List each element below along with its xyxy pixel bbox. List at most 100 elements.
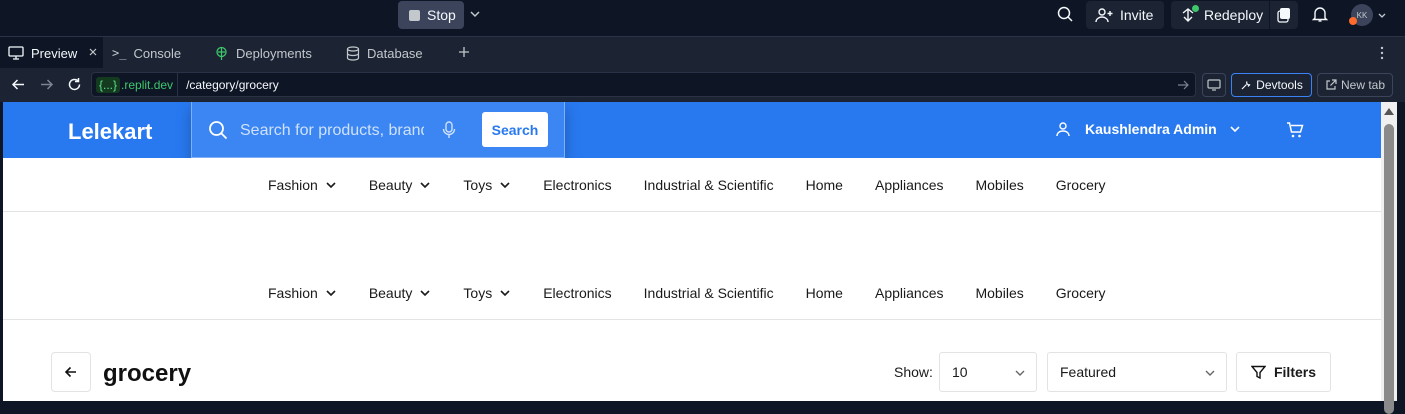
more-options-icon[interactable]	[1379, 46, 1385, 60]
devtools-button[interactable]: Devtools	[1231, 73, 1312, 97]
external-link-icon	[1325, 79, 1337, 91]
microphone-icon[interactable]	[442, 121, 456, 144]
chevron-down-icon	[325, 287, 337, 299]
chevron-down-icon[interactable]	[467, 5, 483, 23]
search-icon[interactable]	[1056, 5, 1074, 28]
database-icon	[346, 45, 360, 61]
site-header: Lelekart Search for products, brands Sea…	[3, 102, 1381, 158]
new-tab-button[interactable]: New tab	[1317, 73, 1393, 97]
category-nav: Fashion Beauty Toys Electronics Industrial &…	[3, 158, 1381, 212]
page-size-select[interactable]: 10	[939, 352, 1037, 392]
url-input[interactable]: {...} .replit.dev /category/grocery	[91, 72, 1196, 97]
close-icon[interactable]	[88, 47, 98, 57]
chevron-down-icon	[1229, 123, 1241, 135]
category-item-home[interactable]: Home	[806, 285, 843, 301]
chevron-down-icon	[419, 287, 431, 299]
user-menu[interactable]: Kaushlendra Admin	[1055, 121, 1241, 137]
screen-size-button[interactable]	[1202, 73, 1226, 97]
chevron-down-icon	[325, 179, 337, 191]
chevron-down-icon	[499, 179, 511, 191]
deployment-menu-icon[interactable]	[1277, 7, 1291, 23]
url-path: /category/grocery	[186, 77, 279, 92]
category-item-grocery[interactable]: Grocery	[1056, 177, 1106, 193]
reload-icon[interactable]	[67, 77, 82, 97]
tab-database[interactable]: Database	[338, 37, 448, 69]
category-label: Appliances	[874, 176, 944, 193]
stop-label: Stop	[427, 7, 456, 23]
sort-select[interactable]: Featured	[1047, 352, 1227, 392]
category-nav-secondary: Fashion Beauty Toys Electronics Industrial &…	[3, 266, 1381, 320]
category-label: Home	[805, 176, 843, 193]
category-item-fashion[interactable]: Fashion	[268, 177, 337, 193]
category-label: Fashion	[268, 284, 318, 301]
preview-page: Lelekart Search for products, brands Sea…	[3, 102, 1381, 401]
category-item-industrial-scientific[interactable]: Industrial & Scientific	[644, 177, 774, 193]
category-item-electronics[interactable]: Electronics	[543, 177, 611, 193]
category-label: Electronics	[543, 284, 612, 301]
go-arrow-icon[interactable]	[1177, 79, 1189, 91]
category-item-beauty[interactable]: Beauty	[369, 285, 432, 301]
terminal-icon: >_	[112, 46, 127, 60]
stop-icon	[409, 9, 420, 21]
show-label: Show:	[894, 364, 933, 380]
back-arrow-icon[interactable]	[11, 77, 26, 97]
tab-label: Deployments	[236, 45, 312, 61]
category-item-electronics[interactable]: Electronics	[543, 285, 611, 301]
deploy-icon	[214, 46, 229, 61]
new-tab-plus-icon[interactable]	[458, 46, 470, 58]
tab-label: Preview	[31, 45, 78, 61]
category-item-home[interactable]: Home	[806, 177, 843, 193]
invite-button[interactable]: Invite	[1086, 1, 1164, 29]
scroll-up-arrow-icon[interactable]	[1384, 108, 1394, 115]
category-label: Toys	[463, 176, 493, 193]
scrollbar-thumb[interactable]	[1384, 124, 1394, 414]
category-item-grocery[interactable]: Grocery	[1056, 285, 1106, 301]
arrow-left-icon	[64, 365, 78, 379]
category-label: Mobiles	[975, 176, 1024, 193]
category-item-fashion[interactable]: Fashion	[268, 285, 337, 301]
category-label: Toys	[463, 284, 493, 301]
filter-icon	[1250, 365, 1266, 380]
chevron-down-icon[interactable]	[1377, 8, 1387, 26]
category-item-appliances[interactable]: Appliances	[875, 285, 944, 301]
deploy-status-icon	[1180, 5, 1199, 23]
category-item-appliances[interactable]: Appliances	[875, 177, 944, 193]
category-label: Industrial & Scientific	[643, 284, 774, 301]
site-logo[interactable]: Lelekart	[68, 119, 152, 145]
category-label: Grocery	[1055, 176, 1106, 193]
forward-arrow-icon[interactable]	[39, 77, 54, 97]
tab-console[interactable]: >_ Console	[104, 37, 202, 69]
page-scrollbar[interactable]	[1381, 102, 1397, 414]
category-item-toys[interactable]: Toys	[463, 285, 511, 301]
category-item-beauty[interactable]: Beauty	[369, 177, 432, 193]
search-button[interactable]: Search	[482, 112, 548, 147]
category-label: Industrial & Scientific	[643, 176, 774, 193]
bell-icon[interactable]	[1311, 5, 1329, 28]
category-item-mobiles[interactable]: Mobiles	[975, 285, 1023, 301]
category-item-industrial-scientific[interactable]: Industrial & Scientific	[644, 285, 774, 301]
search-icon	[208, 120, 228, 145]
category-item-mobiles[interactable]: Mobiles	[975, 177, 1023, 193]
filters-button[interactable]: Filters	[1236, 352, 1331, 392]
chevron-down-icon	[499, 287, 511, 299]
preview-urlbar: {...} .replit.dev /category/grocery Devt…	[0, 68, 1405, 102]
tab-label: Console	[133, 45, 182, 61]
stop-button[interactable]: Stop	[398, 1, 464, 29]
tab-label: Database	[367, 45, 423, 61]
tab-preview[interactable]: Preview	[0, 37, 103, 69]
page-size-value: 10	[952, 364, 968, 380]
invite-label: Invite	[1120, 7, 1154, 23]
category-item-toys[interactable]: Toys	[463, 177, 511, 193]
tab-deployments[interactable]: Deployments	[206, 37, 336, 69]
search-bar: Search for products, brands Search	[191, 102, 565, 158]
search-input[interactable]: Search for products, brands	[240, 122, 424, 140]
redeploy-button[interactable]: Redeploy	[1171, 1, 1298, 29]
page-title: grocery	[103, 360, 192, 387]
back-button[interactable]	[51, 352, 91, 392]
category-label: Beauty	[368, 176, 413, 193]
category-label: Grocery	[1055, 284, 1106, 301]
filters-label: Filters	[1273, 364, 1316, 380]
category-label: Mobiles	[975, 284, 1024, 301]
category-label: Beauty	[368, 284, 413, 301]
cart-icon[interactable]	[1286, 121, 1304, 144]
